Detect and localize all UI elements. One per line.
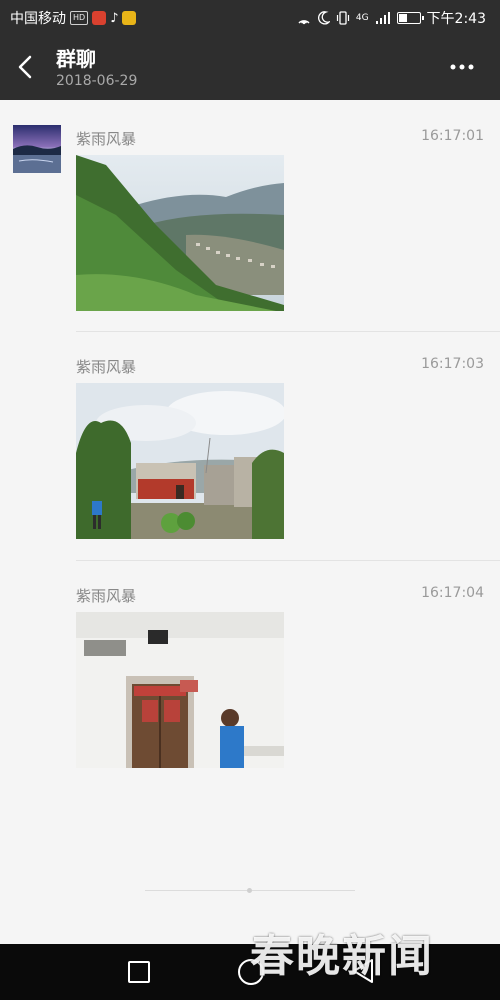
vibrate-icon — [336, 11, 349, 25]
message-item: 紫雨风暴 16:17:01 — [76, 128, 484, 318]
message-time: 16:17:01 — [421, 128, 484, 144]
signal-label: 4G — [355, 13, 369, 23]
sender-name: 紫雨风暴 — [76, 587, 137, 605]
avatar-image — [13, 125, 61, 173]
message-divider — [76, 331, 500, 332]
sender-avatar[interactable] — [13, 125, 61, 173]
more-options-button[interactable] — [448, 55, 476, 79]
status-bar: 中国移动 HD ♪ 4G 下午2:43 — [0, 0, 500, 33]
list-end-dot — [247, 888, 252, 893]
message-time: 16:17:04 — [421, 585, 484, 601]
hotspot-icon — [298, 20, 310, 25]
battery-icon — [396, 12, 424, 24]
carrier-label: 中国移动 — [10, 11, 66, 27]
camera-app-icon — [122, 11, 137, 25]
title-bar: 群聊 2018-06-29 — [0, 33, 500, 100]
message-divider — [76, 560, 500, 561]
chat-title: 群聊 — [56, 47, 96, 71]
status-right: 4G 下午2:43 — [296, 8, 486, 28]
signal-icon — [375, 12, 390, 24]
tiktok-icon: ♪ — [110, 10, 119, 26]
moon-icon — [317, 11, 330, 25]
message-photo[interactable] — [76, 612, 284, 768]
chat-date: 2018-06-29 — [56, 73, 138, 89]
sender-name: 紫雨风暴 — [76, 130, 137, 148]
sender-name: 紫雨风暴 — [76, 358, 137, 376]
recent-apps-button[interactable] — [128, 961, 150, 983]
hd-badge: HD — [70, 11, 89, 25]
app-notification-icon — [92, 11, 107, 25]
message-photo[interactable] — [76, 155, 284, 311]
watermark: 春晚新闻 — [250, 931, 434, 982]
message-photo[interactable] — [76, 383, 284, 539]
message-item: 紫雨风暴 16:17:04 — [76, 585, 484, 775]
message-time: 16:17:03 — [421, 356, 484, 372]
clock-label: 下午2:43 — [426, 11, 486, 27]
message-item: 紫雨风暴 16:17:03 — [76, 356, 484, 546]
status-left: 中国移动 HD ♪ — [10, 8, 137, 28]
back-button[interactable] — [10, 51, 42, 83]
